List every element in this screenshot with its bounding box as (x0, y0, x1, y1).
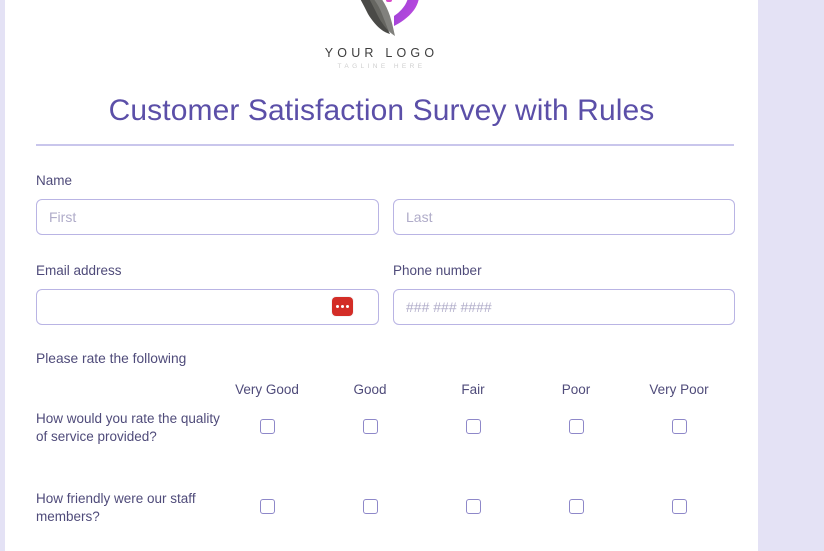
rating-matrix-header: Very Good Good Fair Poor Very Poor (36, 382, 736, 410)
autofill-dot (341, 305, 344, 308)
rating-checkbox[interactable] (260, 419, 275, 434)
rating-column-header: Fair (461, 382, 485, 397)
rating-column-header: Very Poor (649, 382, 709, 397)
rating-question-label: How would you rate the quality of servic… (36, 411, 220, 444)
rating-checkbox[interactable] (363, 419, 378, 434)
rating-matrix: Very Good Good Fair Poor Very Poor How would… (36, 382, 736, 550)
email-label: Email address (36, 263, 122, 278)
phone-label: Phone number (393, 263, 482, 278)
rating-checkbox[interactable] (260, 499, 275, 514)
rating-checkbox[interactable] (569, 499, 584, 514)
rating-column-header: Very Good (235, 382, 299, 397)
survey-page: YOUR LOGO TAGLINE HERE Customer Satisfac… (0, 0, 824, 551)
lastpass-autofill-icon[interactable] (332, 297, 353, 316)
title-divider (36, 144, 734, 146)
rating-checkbox[interactable] (466, 499, 481, 514)
page-title: Customer Satisfaction Survey with Rules (108, 94, 655, 127)
rating-row: How friendly were our staff members? (36, 490, 736, 550)
first-name-input[interactable] (36, 199, 379, 235)
rating-checkbox[interactable] (466, 419, 481, 434)
rating-checkbox[interactable] (363, 499, 378, 514)
logo-tagline: TAGLINE HERE (337, 63, 426, 70)
autofill-dot (346, 305, 349, 308)
rating-question-label: How friendly were our staff members? (36, 491, 196, 524)
rating-prompt: Please rate the following (36, 351, 187, 366)
survey-form-card: YOUR LOGO TAGLINE HERE Customer Satisfac… (5, 0, 758, 551)
rating-checkbox[interactable] (672, 499, 687, 514)
rating-row: How would you rate the quality of servic… (36, 410, 736, 490)
brand-logo: YOUR LOGO TAGLINE HERE (5, 0, 758, 70)
autofill-dot (336, 305, 339, 308)
rating-column-header: Poor (561, 382, 591, 397)
logo-wordmark: YOUR LOGO (324, 46, 439, 60)
rating-checkbox[interactable] (569, 419, 584, 434)
name-label: Name (36, 173, 73, 188)
brand-logo-mark (360, 0, 418, 36)
rating-matrix-body: How would you rate the quality of servic… (36, 410, 736, 550)
rating-column-header: Good (353, 382, 387, 397)
last-name-input[interactable] (393, 199, 735, 235)
rating-checkbox[interactable] (672, 419, 687, 434)
phone-input[interactable] (393, 289, 735, 325)
email-input[interactable] (36, 289, 379, 325)
